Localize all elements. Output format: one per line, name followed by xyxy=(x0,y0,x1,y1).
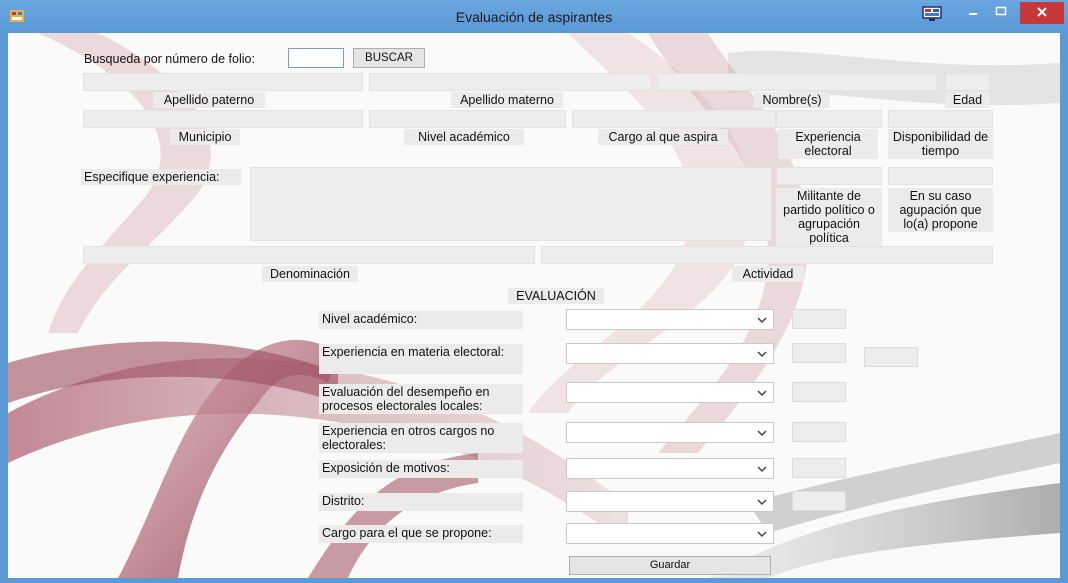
experiencia-electoral-label: Experiencia electoral xyxy=(778,129,878,159)
militante-field[interactable] xyxy=(776,167,882,185)
search-button[interactable]: BUSCAR xyxy=(353,48,425,68)
eval-select-distrito[interactable] xyxy=(566,491,774,512)
form-area: Busqueda por número de folio: BUSCAR Ape… xyxy=(8,33,1060,578)
edad-field[interactable] xyxy=(945,73,990,91)
apellido-paterno-field[interactable] xyxy=(83,73,363,91)
chevron-down-icon xyxy=(757,317,767,324)
eval-select-desempeno[interactable] xyxy=(566,382,774,403)
score-desempeno[interactable] xyxy=(792,382,846,402)
nivel-academico-field[interactable] xyxy=(369,110,566,128)
especifique-textarea[interactable] xyxy=(250,167,772,241)
eval-label-distrito: Distrito: xyxy=(319,493,523,511)
denominacion-label: Denominación xyxy=(262,266,358,282)
score-otros-cargos[interactable] xyxy=(792,422,846,442)
edad-label: Edad xyxy=(945,92,990,108)
eval-select-otros-cargos[interactable] xyxy=(566,422,774,443)
close-button[interactable] xyxy=(1020,2,1064,24)
chevron-down-icon xyxy=(757,430,767,437)
save-button[interactable]: Guardar xyxy=(569,556,771,575)
denominacion-field[interactable] xyxy=(83,246,535,264)
cargo-aspira-label: Cargo al que aspira xyxy=(598,129,728,145)
maximize-icon xyxy=(995,6,1007,16)
eval-select-experiencia-electoral[interactable] xyxy=(566,343,774,364)
eval-label-experiencia-electoral: Experiencia en materia electoral: xyxy=(319,344,523,374)
app-window: Evaluación de aspirantes Busqueda por nú… xyxy=(0,0,1068,583)
disponibilidad-label: Disponibilidad de tiempo xyxy=(888,129,993,159)
evaluacion-heading: EVALUACIÓN xyxy=(508,288,604,304)
actividad-label: Actividad xyxy=(732,266,804,282)
chevron-down-icon xyxy=(757,499,767,506)
eval-select-exposicion[interactable] xyxy=(566,458,774,479)
experiencia-electoral-field[interactable] xyxy=(776,110,882,128)
eval-label-desempeno: Evaluación del desempeño en procesos ele… xyxy=(319,384,523,414)
eval-label-otros-cargos: Experiencia en otros cargos no electoral… xyxy=(319,423,523,453)
apellido-materno-label: Apellido materno xyxy=(451,92,563,108)
eval-label-nivel-academico: Nivel académico: xyxy=(319,311,523,329)
chevron-down-icon xyxy=(757,390,767,397)
eval-select-cargo-propone[interactable] xyxy=(566,523,774,544)
folio-search-input[interactable] xyxy=(288,48,344,68)
score-distrito[interactable] xyxy=(792,491,846,511)
minimize-button[interactable] xyxy=(960,2,986,24)
maximize-button[interactable] xyxy=(988,2,1014,24)
especifique-label: Especifique experiencia: xyxy=(81,169,241,185)
search-label: Busqueda por número de folio: xyxy=(84,52,255,66)
agrupacion-field[interactable] xyxy=(888,167,993,185)
close-icon xyxy=(1037,7,1047,17)
apellido-paterno-label: Apellido paterno xyxy=(153,92,265,108)
actividad-field[interactable] xyxy=(541,246,993,264)
disponibilidad-field[interactable] xyxy=(888,110,993,128)
eval-label-exposicion: Exposición de motivos: xyxy=(319,460,523,478)
score-nivel-academico[interactable] xyxy=(792,309,846,329)
nombres-field[interactable] xyxy=(657,73,937,91)
municipio-field[interactable] xyxy=(83,110,363,128)
score-exposicion[interactable] xyxy=(792,458,846,478)
chevron-down-icon xyxy=(757,531,767,538)
nombres-label: Nombre(s) xyxy=(754,92,830,108)
monitor-icon[interactable] xyxy=(922,6,942,22)
chevron-down-icon xyxy=(757,466,767,473)
minimize-icon xyxy=(969,13,977,15)
municipio-label: Municipio xyxy=(170,129,240,145)
window-title: Evaluación de aspirantes xyxy=(455,9,613,25)
agrupacion-label: En su caso agupación que lo(a) propone xyxy=(888,188,993,232)
score-total[interactable] xyxy=(864,347,918,367)
cargo-aspira-field[interactable] xyxy=(572,110,776,128)
militante-label: Militante de partido político o agrupaci… xyxy=(776,188,882,246)
title-bar[interactable]: Evaluación de aspirantes xyxy=(0,0,1068,33)
eval-label-cargo-propone: Cargo para el que se propone: xyxy=(319,525,523,543)
score-experiencia-electoral[interactable] xyxy=(792,343,846,363)
eval-select-nivel-academico[interactable] xyxy=(566,309,774,330)
apellido-materno-field[interactable] xyxy=(369,73,652,91)
nivel-academico-label: Nivel académico xyxy=(404,129,524,145)
chevron-down-icon xyxy=(757,351,767,358)
